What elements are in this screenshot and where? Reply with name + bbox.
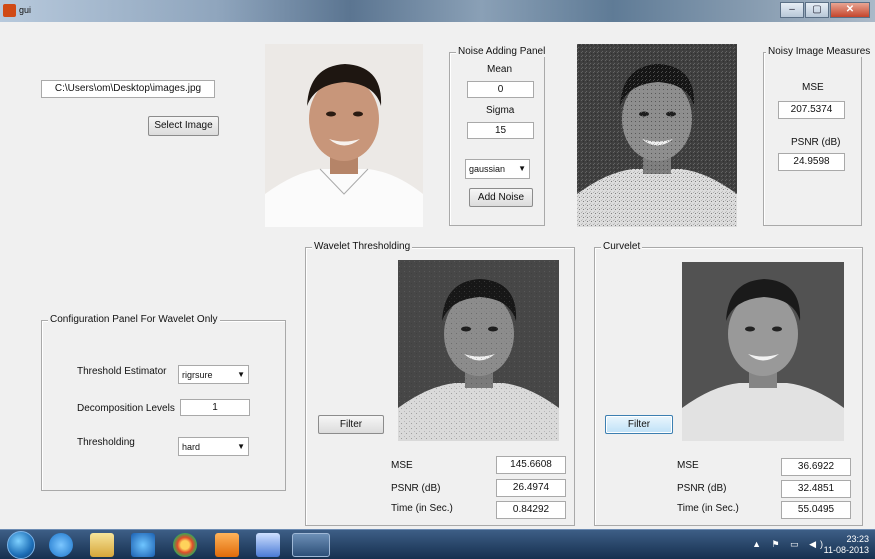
sigma-input[interactable]: 15 [467, 122, 534, 139]
internet-explorer-icon[interactable] [49, 533, 73, 557]
noisy-image [577, 44, 737, 227]
noisy-measures-title: Noisy Image Measures [766, 46, 873, 57]
word-icon[interactable] [256, 533, 280, 557]
wavelet-filter-button[interactable]: Filter [318, 415, 384, 434]
curvelet-psnr-label: PSNR (dB) [677, 483, 727, 494]
thresholding-select[interactable]: hard ▼ [178, 437, 249, 456]
noisy-psnr-label: PSNR (dB) [791, 137, 841, 148]
mean-label: Mean [487, 64, 513, 75]
chrome-icon[interactable] [173, 533, 197, 557]
noise-type-value: gaussian [469, 164, 506, 174]
vlc-icon[interactable] [215, 533, 239, 557]
curvelet-mse-value: 36.6922 [781, 458, 851, 476]
curvelet-filter-button[interactable]: Filter [605, 415, 673, 434]
system-tray-icons[interactable]: ▲ ⚑ ▭ ◀) [752, 539, 827, 550]
curvelet-filtered-image [682, 262, 844, 441]
media-player-icon[interactable] [131, 533, 155, 557]
taskbar: ▲ ⚑ ▭ ◀) 23:23 11-08-2013 [0, 529, 875, 559]
file-explorer-icon[interactable] [90, 533, 114, 557]
wavelet-filtered-image [398, 260, 559, 441]
close-button[interactable]: ✕ [830, 2, 870, 18]
threshold-estimator-select[interactable]: rigrsure ▼ [178, 365, 249, 384]
noise-type-select[interactable]: gaussian ▼ [465, 159, 530, 179]
wavelet-mse-value: 145.6608 [496, 456, 566, 474]
maximize-button[interactable]: ▢ [805, 2, 829, 18]
decomposition-levels-input[interactable]: 1 [180, 399, 250, 416]
wavelet-psnr-value: 26.4974 [496, 479, 566, 497]
sigma-label: Sigma [486, 105, 515, 116]
wavelet-time-label: Time (in Sec.) [391, 503, 453, 514]
noisy-mse-label: MSE [802, 82, 824, 93]
matlab-icon[interactable] [292, 533, 330, 557]
image-path-field[interactable]: C:\Users\om\Desktop\images.jpg [41, 80, 215, 98]
chevron-down-icon: ▼ [237, 370, 245, 379]
select-image-button[interactable]: Select Image [148, 116, 219, 136]
thresholding-value: hard [182, 442, 201, 452]
clock[interactable]: 23:23 11-08-2013 [824, 534, 869, 556]
decomposition-levels-label: Decomposition Levels [77, 403, 175, 414]
start-orb-icon[interactable] [7, 531, 35, 559]
curvelet-psnr-value: 32.4851 [781, 480, 851, 498]
curvelet-mse-label: MSE [677, 460, 699, 471]
noise-panel-title: Noise Adding Panel [456, 46, 548, 57]
wavelet-panel-title: Wavelet Thresholding [312, 241, 413, 252]
clock-date: 11-08-2013 [823, 545, 869, 555]
config-panel-title: Configuration Panel For Wavelet Only [48, 314, 220, 325]
matlab-app-icon [3, 4, 16, 17]
curvelet-time-label: Time (in Sec.) [677, 503, 739, 514]
chevron-down-icon: ▼ [518, 164, 526, 173]
wavelet-psnr-label: PSNR (dB) [391, 483, 441, 494]
window-title: gui [19, 5, 32, 15]
title-bar[interactable]: gui – ▢ ✕ [0, 0, 875, 22]
noisy-psnr-value: 24.9598 [778, 153, 845, 171]
curvelet-time-value: 55.0495 [781, 501, 851, 519]
minimize-button[interactable]: – [780, 2, 804, 18]
threshold-estimator-label: Threshold Estimator [77, 366, 167, 377]
figure-client-area: C:\Users\om\Desktop\images.jpg Select Im… [7, 22, 873, 529]
original-image [265, 44, 423, 227]
add-noise-button[interactable]: Add Noise [469, 188, 533, 207]
wavelet-time-value: 0.84292 [496, 501, 566, 519]
chevron-down-icon: ▼ [237, 442, 245, 451]
curvelet-panel-title: Curvelet [601, 241, 643, 252]
noisy-mse-value: 207.5374 [778, 101, 845, 119]
mean-input[interactable]: 0 [467, 81, 534, 98]
threshold-estimator-value: rigrsure [182, 370, 213, 380]
thresholding-label: Thresholding [77, 437, 135, 448]
clock-time: 23:23 [846, 534, 869, 544]
wavelet-mse-label: MSE [391, 460, 413, 471]
